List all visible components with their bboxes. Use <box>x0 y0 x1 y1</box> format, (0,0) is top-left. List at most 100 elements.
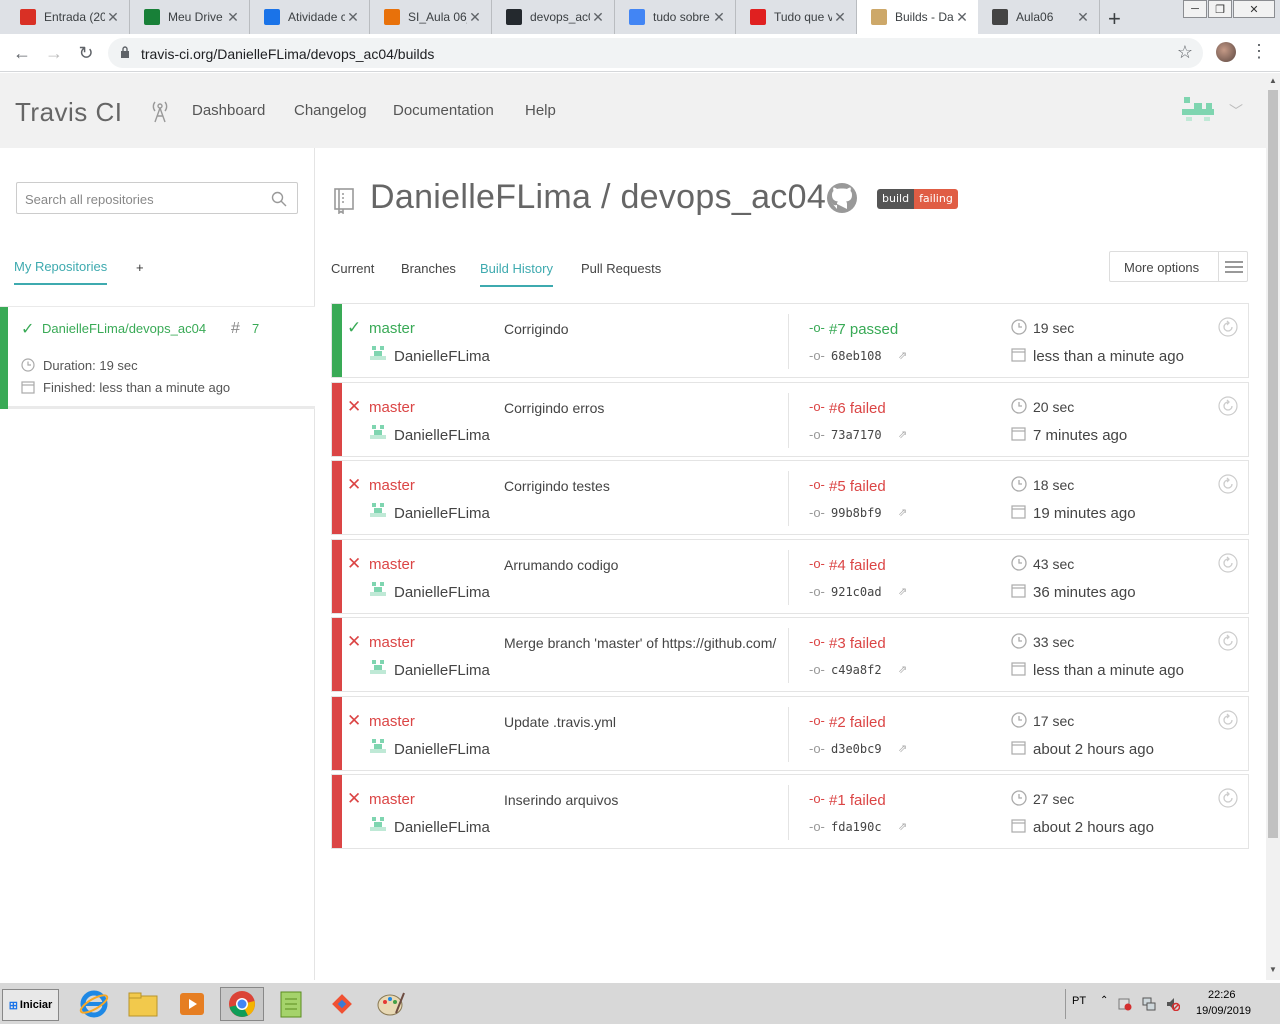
commit-message[interactable]: Corrigindo <box>504 321 782 337</box>
build-number[interactable]: #4 failed <box>829 557 886 574</box>
clock-date[interactable]: 19/09/2019 <box>1196 1005 1251 1017</box>
back-button[interactable]: ← <box>10 41 34 65</box>
build-number[interactable]: #2 failed <box>829 714 886 731</box>
chrome-icon[interactable] <box>220 987 264 1021</box>
page-scrollbar[interactable]: ▲ ▼ <box>1266 73 1280 980</box>
close-tab-icon[interactable]: ✕ <box>225 9 241 26</box>
restart-icon[interactable] <box>1218 474 1238 494</box>
branch-name[interactable]: master <box>369 713 415 730</box>
build-number[interactable]: #7 passed <box>829 321 898 338</box>
close-tab-icon[interactable]: ✕ <box>954 9 970 26</box>
language-indicator[interactable]: PT <box>1072 995 1086 1007</box>
profile-avatar[interactable] <box>1216 42 1236 62</box>
search-input[interactable]: Search all repositories <box>16 182 298 214</box>
github-icon[interactable] <box>826 182 858 214</box>
repo-card[interactable]: ✓ DanielleFLima/devops_ac04 # 7 Duration… <box>0 306 315 409</box>
paint-icon[interactable] <box>369 987 413 1021</box>
branch-name[interactable]: master <box>369 399 415 416</box>
user-avatar-icon[interactable] <box>1182 97 1214 121</box>
close-tab-icon[interactable]: ✕ <box>832 9 848 26</box>
restart-icon[interactable] <box>1218 553 1238 573</box>
close-tab-icon[interactable]: ✕ <box>345 9 361 26</box>
build-status-badge[interactable]: build failing <box>877 189 958 209</box>
commit-sha[interactable]: 73a7170 <box>831 428 882 442</box>
build-row[interactable]: ✕ master DanielleFLima Merge branch 'master… <box>331 617 1249 692</box>
nav-dashboard[interactable]: Dashboard <box>192 102 265 119</box>
new-tab-button[interactable]: + <box>1108 6 1121 32</box>
search-icon[interactable] <box>271 191 287 207</box>
minimize-button[interactable]: ─ <box>1183 0 1207 18</box>
browser-tab[interactable]: Aula06 ✕ <box>978 0 1100 34</box>
browser-tab[interactable]: devops_ac0 ✕ <box>492 0 615 34</box>
network-icon[interactable] <box>1142 997 1156 1011</box>
browser-menu-icon[interactable]: ⋮ <box>1250 41 1268 62</box>
tab-pull-requests[interactable]: Pull Requests <box>581 261 661 285</box>
external-link-icon[interactable]: ⇗ <box>898 820 907 833</box>
build-row[interactable]: ✕ master DanielleFLima Corrigindo testes -o-… <box>331 460 1249 535</box>
external-link-icon[interactable]: ⇗ <box>898 585 907 598</box>
close-tab-icon[interactable]: ✕ <box>105 9 121 26</box>
build-row[interactable]: ✓ master DanielleFLima Corrigindo -o- #7 pass… <box>331 303 1249 378</box>
add-repository-button[interactable]: + <box>136 260 144 275</box>
close-tab-icon[interactable]: ✕ <box>711 9 727 26</box>
commit-sha[interactable]: fda190c <box>831 820 882 834</box>
branch-name[interactable]: master <box>369 791 415 808</box>
restart-icon[interactable] <box>1218 317 1238 337</box>
commit-message[interactable]: Merge branch 'master' of https://github.… <box>504 635 782 651</box>
restart-icon[interactable] <box>1218 631 1238 651</box>
clock-time[interactable]: 22:26 <box>1208 989 1236 1001</box>
external-link-icon[interactable]: ⇗ <box>898 742 907 755</box>
browser-tab[interactable]: Builds - Dan ✕ <box>857 0 978 34</box>
browser-tab[interactable]: Entrada (20 ✕ <box>6 0 130 34</box>
branch-name[interactable]: master <box>369 556 415 573</box>
commit-message[interactable]: Update .travis.yml <box>504 714 782 730</box>
close-tab-icon[interactable]: ✕ <box>467 9 483 26</box>
restart-icon[interactable] <box>1218 710 1238 730</box>
commit-sha[interactable]: 68eb108 <box>831 349 882 363</box>
internet-explorer-icon[interactable] <box>72 987 116 1021</box>
build-row[interactable]: ✕ master DanielleFLima Arrumando codigo -o- #… <box>331 539 1249 614</box>
build-number-link[interactable]: 7 <box>252 321 259 336</box>
browser-tab[interactable]: SI_Aula 06_ ✕ <box>370 0 492 34</box>
scrollbar-thumb[interactable] <box>1268 90 1278 838</box>
close-window-button[interactable]: ✕ <box>1233 0 1275 18</box>
restart-icon[interactable] <box>1218 788 1238 808</box>
restart-icon[interactable] <box>1218 396 1238 416</box>
build-number[interactable]: #3 failed <box>829 635 886 652</box>
url-field[interactable]: travis-ci.org/DanielleFLima/devops_ac04/… <box>108 38 1203 68</box>
file-explorer-icon[interactable] <box>121 987 165 1021</box>
browser-tab[interactable]: Atividade c ✕ <box>250 0 370 34</box>
tab-build-history[interactable]: Build History <box>480 261 553 287</box>
build-number[interactable]: #6 failed <box>829 400 886 417</box>
close-tab-icon[interactable]: ✕ <box>590 9 606 26</box>
media-player-icon[interactable] <box>170 987 214 1021</box>
external-link-icon[interactable]: ⇗ <box>898 506 907 519</box>
commit-sha[interactable]: c49a8f2 <box>831 663 882 677</box>
nav-documentation[interactable]: Documentation <box>393 102 494 119</box>
external-link-icon[interactable]: ⇗ <box>898 428 907 441</box>
reload-button[interactable]: ↻ <box>74 41 98 65</box>
commit-message[interactable]: Corrigindo erros <box>504 400 782 416</box>
hamburger-icon[interactable] <box>1218 252 1248 281</box>
restore-button[interactable]: ❐ <box>1208 0 1232 18</box>
browser-tab[interactable]: Meu Drive - ✕ <box>130 0 250 34</box>
branch-name[interactable]: master <box>369 477 415 494</box>
external-link-icon[interactable]: ⇗ <box>898 349 907 362</box>
tab-my-repositories[interactable]: My Repositories <box>14 259 108 285</box>
commit-message[interactable]: Arrumando codigo <box>504 557 782 573</box>
build-row[interactable]: ✕ master DanielleFLima Inserindo arquivos -o… <box>331 774 1249 849</box>
build-row[interactable]: ✕ master DanielleFLima Corrigindo erros -o- #… <box>331 382 1249 457</box>
notepadpp-icon[interactable] <box>270 987 314 1021</box>
tab-current[interactable]: Current <box>331 261 374 285</box>
branch-name[interactable]: master <box>369 320 415 337</box>
chevron-down-icon[interactable]: ﹀ <box>1229 101 1243 121</box>
branch-name[interactable]: master <box>369 634 415 651</box>
browser-tab[interactable]: Tudo que v ✕ <box>736 0 857 34</box>
commit-sha[interactable]: 921c0ad <box>831 585 882 599</box>
commit-sha[interactable]: 99b8bf9 <box>831 506 882 520</box>
close-tab-icon[interactable]: ✕ <box>1075 9 1091 26</box>
more-options-button[interactable]: More options <box>1109 251 1248 282</box>
tab-branches[interactable]: Branches <box>401 261 456 285</box>
volume-muted-icon[interactable] <box>1166 997 1180 1011</box>
scroll-down-icon[interactable]: ▼ <box>1269 965 1277 974</box>
